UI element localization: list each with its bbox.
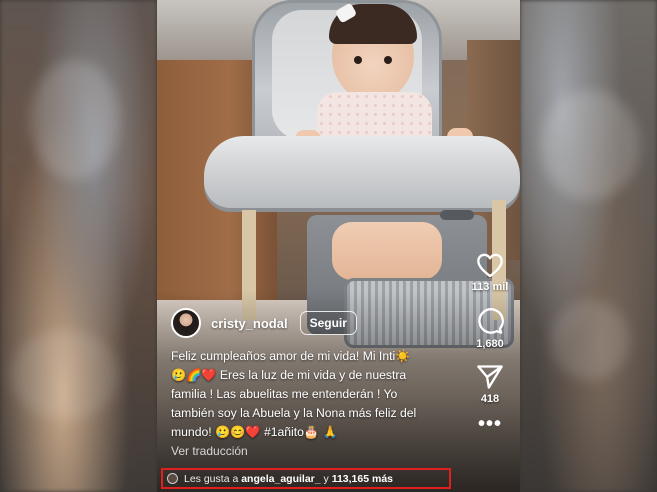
author-row: cristy_nodal Seguir (171, 308, 357, 338)
likes-prefix: Les gusta a (184, 472, 242, 485)
avatar[interactable] (171, 308, 201, 338)
caption-line: 🥲🌈❤️ Eres la luz de mi vida y de nuestra (171, 368, 407, 382)
blurred-background-right (520, 0, 657, 492)
like-count: 113 mil (471, 281, 509, 293)
comment-count: 1,680 (476, 338, 504, 350)
heart-icon (477, 253, 503, 278)
comment-button[interactable]: 1,680 (476, 307, 504, 350)
likes-summary[interactable]: Les gusta a angela_aguilar_ y 113,165 má… (161, 468, 451, 489)
post-caption: Feliz cumpleaños amor de mi vida! Mi Int… (171, 347, 461, 442)
caption-line: Feliz cumpleaños amor de mi vida! Mi Int… (171, 349, 411, 363)
likes-conjunction: y (320, 472, 332, 485)
likes-count[interactable]: 113,165 más (332, 473, 393, 485)
see-translation-link[interactable]: Ver traducción (171, 444, 248, 458)
caption-line: mundo! 🥲😊❤️ #1añito🎂 🙏 (171, 425, 338, 439)
baby-legs (332, 222, 442, 280)
liker-username[interactable]: angela_aguilar_ (241, 473, 320, 485)
caption-line: familia ! Las abuelitas me entenderán ! … (171, 387, 398, 401)
like-button[interactable]: 113 mil (471, 252, 509, 293)
liker-avatar (167, 473, 178, 484)
action-column: 113 mil 1,680 418 ••• (467, 252, 513, 434)
reel-video-frame[interactable]: 113 mil 1,680 418 ••• cristy_nodal Segui… (157, 0, 520, 492)
send-icon (477, 365, 503, 389)
caption-line: también soy la Abuela y la Nona más feli… (171, 406, 417, 420)
likes-text: Les gusta a angela_aguilar_ y 113,165 má… (184, 473, 393, 485)
share-count: 418 (480, 393, 500, 405)
blurred-background-left (0, 0, 157, 492)
username[interactable]: cristy_nodal (211, 316, 288, 331)
more-options-icon[interactable]: ••• (478, 414, 502, 434)
comment-icon (478, 308, 504, 334)
share-button[interactable]: 418 (476, 364, 504, 405)
follow-button[interactable]: Seguir (299, 311, 357, 335)
high-chair-tray (204, 136, 520, 208)
brand-logo (440, 210, 474, 220)
